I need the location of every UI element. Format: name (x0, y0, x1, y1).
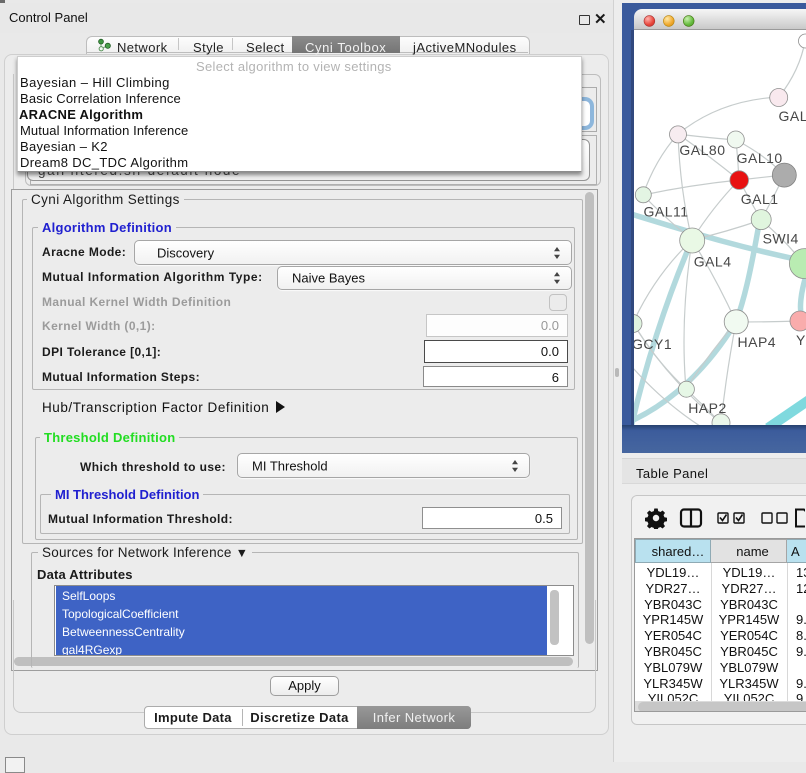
svg-text:HAP4: HAP4 (738, 334, 777, 350)
svg-text:GAL7: GAL7 (779, 108, 806, 124)
svg-text:Y: Y (796, 332, 806, 348)
svg-text:GAL10: GAL10 (737, 150, 783, 166)
svg-text:HAP2: HAP2 (688, 400, 727, 416)
svg-text:GAL11: GAL11 (644, 204, 689, 220)
svg-text:GAL80: GAL80 (679, 142, 725, 158)
svg-text:SWI4: SWI4 (763, 231, 799, 247)
svg-text:GAL1: GAL1 (741, 191, 779, 207)
svg-text:GAL4: GAL4 (694, 254, 732, 270)
svg-text:GCY1: GCY1 (634, 336, 672, 352)
